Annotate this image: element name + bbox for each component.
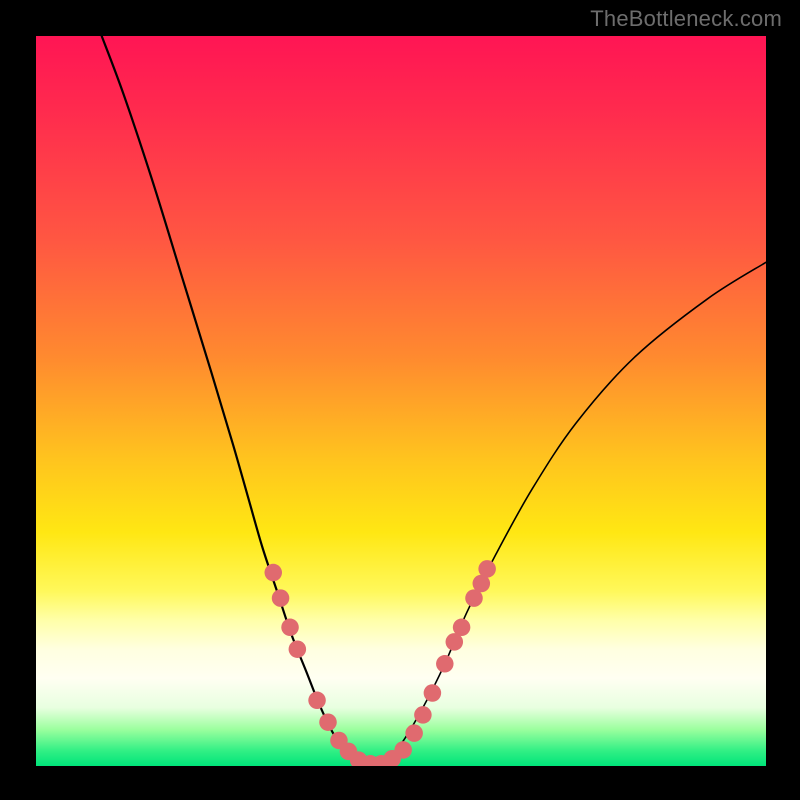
highlight-marker xyxy=(436,655,454,673)
highlight-marker xyxy=(453,619,471,637)
chart-stage: TheBottleneck.com xyxy=(0,0,800,800)
highlight-marker xyxy=(414,706,432,724)
highlight-marker xyxy=(272,589,290,607)
chart-overlay-svg xyxy=(36,36,766,766)
highlight-marker xyxy=(281,619,299,637)
highlight-marker xyxy=(289,640,307,658)
highlight-marker-group xyxy=(264,560,495,766)
highlight-marker xyxy=(405,724,423,742)
highlight-marker xyxy=(308,692,326,710)
highlight-marker xyxy=(394,741,412,759)
highlight-marker xyxy=(264,564,282,582)
curve-left-branch xyxy=(102,36,372,766)
highlight-marker xyxy=(424,684,442,702)
plot-area xyxy=(36,36,766,766)
highlight-marker xyxy=(478,560,496,578)
watermark-text: TheBottleneck.com xyxy=(590,6,782,32)
highlight-marker xyxy=(319,713,337,731)
